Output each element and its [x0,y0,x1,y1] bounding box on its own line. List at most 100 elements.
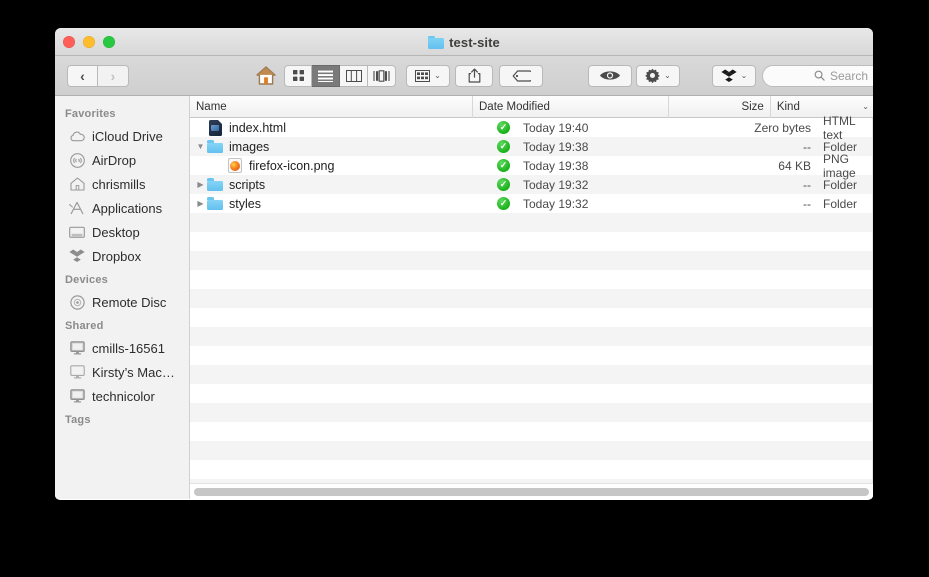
icon-view-icon [292,70,304,81]
action-menu-button[interactable]: ⌄ [636,64,680,87]
column-view-icon [345,69,362,82]
display-icon [69,388,85,404]
empty-row [190,308,873,327]
sidebar-item-technicolor[interactable]: technicolor [55,384,189,408]
column-view-button[interactable] [340,64,368,87]
sidebar-item-label: Desktop [92,224,140,240]
sidebar-item-label: Kirsty’s Mac… [92,364,175,380]
chevron-left-icon: ‹ [80,67,85,84]
disclosure-triangle-icon[interactable]: ▶ [194,180,207,189]
coverflow-view-icon [373,69,390,82]
back-button[interactable]: ‹ [67,64,98,87]
table-row[interactable]: ▶ firefox-icon.png ✓ Today 19:38 64 KB [190,152,873,180]
column-header-name[interactable]: Name [190,96,473,118]
horizontal-scrollbar-thumb[interactable] [194,487,869,496]
file-name: firefox-icon.png [249,158,335,173]
file-size: -- [803,177,811,192]
horizontal-scrollbar[interactable] [190,483,873,499]
chevron-down-icon: ⌄ [434,71,441,80]
file-list: Name Date Modified Size Kind ⌄ index.htm… [190,96,873,499]
file-size: 64 KB [778,158,811,173]
sidebar-item-cmills-16561[interactable]: cmills-16561 [55,336,189,360]
sidebar-item-chrismills[interactable]: chrismills [55,172,189,196]
forward-button[interactable]: › [98,64,129,87]
file-name: index.html [229,120,286,135]
sidebar-item-remote-disc[interactable]: Remote Disc [55,290,189,314]
sidebar-item-desktop[interactable]: Desktop [55,220,189,244]
table-row[interactable]: ▶ index.html ✓ Today 19:40 Zero bytes HT… [190,114,873,142]
search-input[interactable]: Search [830,69,868,83]
file-name: styles [229,196,261,211]
folder-icon [207,139,223,155]
sidebar-item-label: Applications [92,200,163,216]
empty-row [190,232,873,251]
chevron-down-icon: ⌄ [740,71,748,80]
html-file-icon [207,119,223,136]
disclosure-triangle-icon[interactable]: ▼ [194,142,207,151]
sidebar-heading-devices: Devices [65,274,108,286]
sidebar-heading-tags: Tags [65,414,91,426]
icon-view-button[interactable] [284,64,312,87]
table-row[interactable]: ▶ styles ✓ Today 19:32 -- Folder [190,194,873,213]
empty-row [190,403,873,422]
file-date-modified: Today 19:32 [523,196,589,211]
column-header-label: Name [196,100,227,113]
sidebar-item-icloud-drive[interactable]: iCloud Drive [55,124,189,148]
sidebar-item-label: chrismills [92,176,146,192]
eye-icon [600,71,620,80]
empty-row [190,346,873,365]
cloud-icon [69,128,85,144]
sync-status-badge: ✓ [497,140,523,153]
folder-icon [207,196,223,212]
tag-icon [512,69,531,82]
file-kind: Folder [823,196,858,211]
path-home-icon[interactable] [250,64,282,88]
applications-icon [69,200,85,216]
arrange-button[interactable]: ⌄ [406,64,450,87]
sidebar-item-applications[interactable]: Applications [55,196,189,220]
view-mode-buttons [284,64,396,87]
dropbox-menu-button[interactable]: ⌄ [712,64,756,87]
arrange-grid-icon [415,69,431,82]
empty-row [190,460,873,479]
table-row[interactable]: ▶ scripts ✓ Today 19:32 -- Folder [190,175,873,194]
tag-button[interactable] [499,64,543,87]
file-name: images [229,139,270,154]
empty-row [190,384,873,403]
sidebar-item-label: Remote Disc [92,294,167,310]
quicklook-button[interactable] [588,64,632,87]
list-view-button[interactable] [312,64,340,87]
dropbox-icon [721,69,737,82]
file-date-modified: Today 19:38 [523,139,589,154]
sync-check-icon: ✓ [497,197,510,210]
coverflow-view-button[interactable] [368,64,396,87]
column-header-label: Date Modified [479,100,550,113]
sidebar-item-airdrop[interactable]: AirDrop [55,148,189,172]
gear-icon [645,68,660,83]
column-header-size[interactable]: Size [669,96,771,118]
share-icon [468,68,480,83]
file-date-modified: Today 19:38 [523,158,589,173]
empty-row [190,441,873,460]
window-titlebar[interactable]: test-site [55,28,873,56]
sync-status-badge: ✓ [497,159,523,172]
sidebar-item-dropbox[interactable]: Dropbox [55,244,189,268]
column-header-date-modified[interactable]: Date Modified [473,96,669,118]
navigation-buttons: ‹ › [67,64,129,87]
window-title-text: test-site [449,34,500,50]
file-kind: HTML text [823,113,856,142]
table-row[interactable]: ▼ images ✓ Today 19:38 -- Folder [190,137,873,156]
dropbox-icon [69,248,85,264]
home-icon [256,66,276,85]
disclosure-triangle-icon[interactable]: ▶ [194,199,207,208]
sidebar-item-kirstys-mac[interactable]: Kirsty’s Mac… [55,360,189,384]
desktop-icon [69,224,85,240]
empty-row [190,422,873,441]
file-date-modified: Today 19:32 [523,177,589,192]
share-button[interactable] [455,64,493,87]
sync-check-icon: ✓ [497,178,510,191]
display-icon [69,340,85,356]
empty-row [190,365,873,384]
search-field-container[interactable]: Search [762,64,873,87]
file-name: scripts [229,177,266,192]
